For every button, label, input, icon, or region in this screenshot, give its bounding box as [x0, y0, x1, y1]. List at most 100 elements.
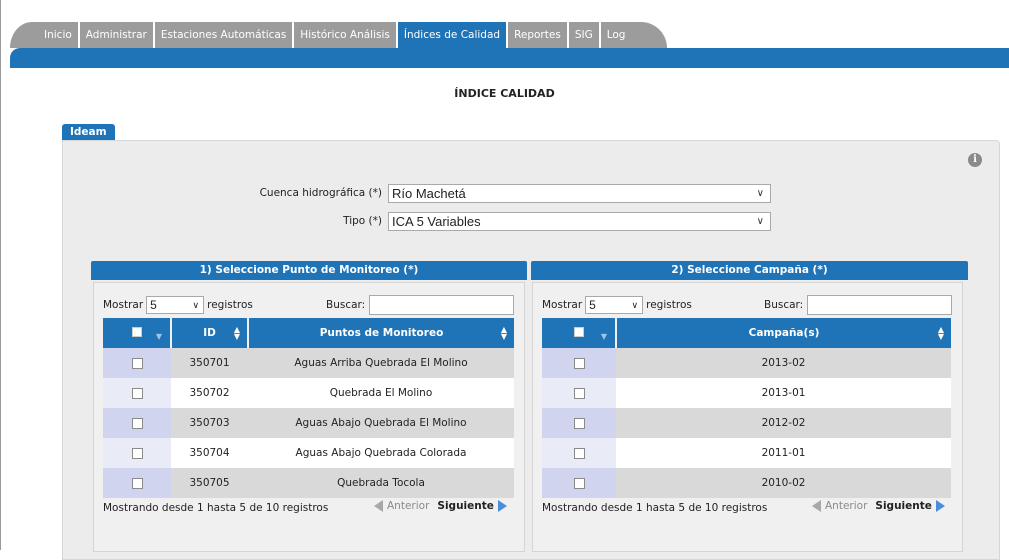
right-length-select[interactable]: 5 ∨ [585, 296, 644, 314]
cuenca-label: Cuenca hidrográfica (*) [259, 187, 382, 199]
row-checkbox-cell[interactable] [542, 408, 616, 438]
table-row[interactable]: 2013-01 [542, 378, 951, 408]
left-length-control: Mostrar 5 ∨ registros [103, 295, 253, 315]
row-checkbox-cell[interactable] [542, 438, 616, 468]
select-all-header[interactable]: ▼ [103, 318, 172, 348]
tab-estaciones-automaticas[interactable]: Estaciones Automáticas [154, 22, 293, 48]
prev-arrow-icon[interactable] [374, 500, 383, 512]
tab-reportes[interactable]: Reportes [508, 22, 567, 48]
row-campaign: 2012-02 [616, 408, 951, 438]
row-checkbox-cell[interactable] [103, 378, 171, 408]
prev-button[interactable]: Anterior [387, 500, 429, 512]
chevron-down-icon: ∨ [756, 215, 764, 227]
sort-down-icon: ▼ [155, 332, 162, 341]
tab-log[interactable]: Log [600, 22, 668, 48]
id-column-header[interactable]: ID ▲ ▼ [171, 318, 249, 348]
right-length-value: 5 [589, 298, 596, 312]
next-button[interactable]: Siguiente [875, 500, 932, 512]
row-checkbox[interactable] [131, 357, 143, 369]
next-arrow-icon[interactable] [497, 500, 507, 512]
punto-monitoreo-header: 1) Seleccione Punto de Monitoreo (*) [91, 261, 527, 280]
table-row[interactable]: 350703 Aguas Abajo Quebrada El Molino [103, 408, 514, 438]
table-row[interactable]: 2011-01 [542, 438, 951, 468]
prev-arrow-icon[interactable] [812, 500, 821, 512]
row-checkbox[interactable] [573, 357, 585, 369]
row-checkbox[interactable] [131, 477, 143, 489]
id-column-label: ID [203, 327, 216, 339]
next-arrow-icon[interactable] [935, 500, 945, 512]
row-checkbox[interactable] [573, 477, 585, 489]
tipo-label: Tipo (*) [343, 215, 382, 227]
row-name: Aguas Arriba Quebrada El Molino [248, 348, 514, 378]
page-title: ÍNDICE CALIDAD [454, 87, 555, 100]
row-checkbox[interactable] [573, 447, 585, 459]
row-id: 350701 [171, 348, 248, 378]
main-nav: Inicio Administrar Estaciones Automática… [10, 22, 669, 48]
show-label: Mostrar [542, 299, 583, 311]
row-checkbox[interactable] [131, 447, 143, 459]
tab-inicio[interactable]: Inicio [10, 22, 78, 48]
row-campaign: 2013-02 [616, 348, 951, 378]
left-table-info: Mostrando desde 1 hasta 5 de 10 registro… [103, 502, 329, 514]
row-id: 350705 [171, 468, 248, 498]
row-checkbox-cell[interactable] [542, 348, 616, 378]
tab-administrar[interactable]: Administrar [79, 22, 153, 48]
tab-ideam[interactable]: Ideam [62, 124, 115, 141]
left-length-select[interactable]: 5 ∨ [146, 296, 205, 314]
right-search-control: Buscar: [764, 294, 953, 316]
row-checkbox-cell[interactable] [103, 438, 171, 468]
next-button[interactable]: Siguiente [437, 500, 494, 512]
table-row[interactable]: 350705 Quebrada Tocola [103, 468, 514, 498]
campana-column-header[interactable]: Campaña(s) ▲ ▼ [616, 318, 951, 348]
row-checkbox[interactable] [131, 387, 143, 399]
select-all-checkbox[interactable] [131, 326, 142, 337]
row-checkbox-cell[interactable] [542, 378, 616, 408]
sort-icon: ▲ ▼ [500, 325, 507, 341]
table-row[interactable]: 350702 Quebrada El Molino [103, 378, 514, 408]
row-checkbox[interactable] [573, 417, 585, 429]
right-search-input[interactable] [807, 295, 953, 315]
info-icon[interactable]: i [968, 153, 982, 167]
campana-table: ▼ Campaña(s) ▲ ▼ 2013-02 2013-01 2012-02 … [542, 318, 951, 498]
chevron-down-icon: ∨ [192, 300, 200, 310]
row-checkbox[interactable] [573, 387, 585, 399]
chevron-down-icon: ∨ [756, 187, 764, 199]
row-checkbox-cell[interactable] [103, 408, 171, 438]
cuenca-value: Río Machetá [392, 185, 466, 201]
sort-icon: ▲ ▼ [937, 325, 944, 341]
row-id: 350702 [171, 378, 248, 408]
frame-border [0, 0, 1, 550]
tab-historico-analisis[interactable]: Histórico Análisis [294, 22, 396, 48]
row-checkbox[interactable] [131, 417, 143, 429]
tipo-select[interactable]: ICA 5 Variables ∨ [388, 211, 771, 231]
table-row[interactable]: 350704 Aguas Abajo Quebrada Colorada [103, 438, 514, 468]
table-row[interactable]: 2013-02 [542, 348, 951, 378]
left-pager: Anterior Siguiente [374, 500, 507, 512]
row-name: Aguas Abajo Quebrada El Molino [248, 408, 514, 438]
row-id: 350704 [171, 438, 248, 468]
row-campaign: 2013-01 [616, 378, 951, 408]
table-row[interactable]: 2012-02 [542, 408, 951, 438]
cuenca-select[interactable]: Río Machetá ∨ [388, 183, 771, 203]
tab-sig[interactable]: SIG [568, 22, 599, 48]
table-row[interactable]: 350701 Aguas Arriba Quebrada El Molino [103, 348, 514, 378]
row-checkbox-cell[interactable] [542, 468, 616, 498]
select-all-header[interactable]: ▼ [542, 318, 617, 348]
row-id: 350703 [171, 408, 248, 438]
row-checkbox-cell[interactable] [103, 468, 171, 498]
select-all-checkbox[interactable] [573, 326, 584, 337]
show-label: Mostrar [103, 299, 144, 311]
row-checkbox-cell[interactable] [103, 348, 171, 378]
prev-button[interactable]: Anterior [825, 500, 867, 512]
tab-indices-de-calidad[interactable]: Índices de Calidad [397, 22, 507, 48]
row-name: Aguas Abajo Quebrada Colorada [248, 438, 514, 468]
right-table-info: Mostrando desde 1 hasta 5 de 10 registro… [542, 502, 768, 514]
search-label: Buscar: [326, 299, 366, 311]
table-row[interactable]: 2010-02 [542, 468, 951, 498]
campana-header: 2) Seleccione Campaña (*) [531, 261, 968, 280]
nav-bar [10, 48, 1009, 68]
left-search-input[interactable] [369, 295, 515, 315]
puntos-column-header[interactable]: Puntos de Monitoreo ▲ ▼ [248, 318, 514, 348]
row-name: Quebrada Tocola [248, 468, 514, 498]
campana-column-label: Campaña(s) [748, 327, 820, 339]
